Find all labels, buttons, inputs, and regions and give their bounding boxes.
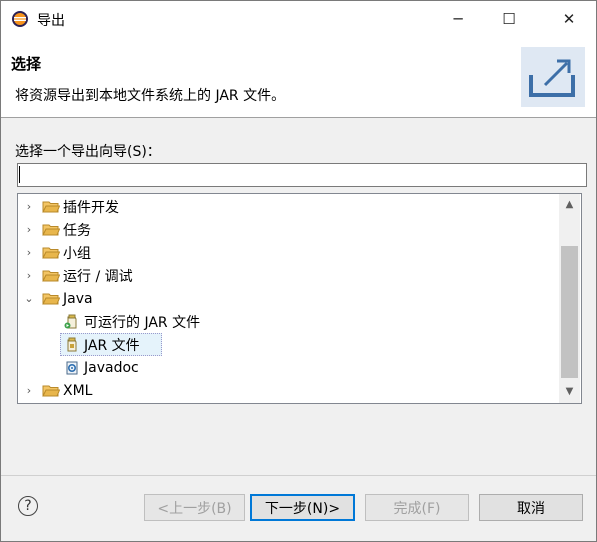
- page-title: 选择: [11, 55, 42, 73]
- chevron-right-icon[interactable]: ›: [22, 222, 36, 236]
- tree-item-label: XML: [63, 382, 93, 399]
- folder-icon: [42, 270, 60, 282]
- tree-item-javadoc[interactable]: Javadoc: [18, 356, 558, 379]
- tree-item-label: 任务: [63, 222, 91, 239]
- tree-item-jar-file[interactable]: JAR 文件: [18, 333, 558, 356]
- text-caret: [19, 166, 20, 183]
- tree-item-java[interactable]: ⌄ Java: [18, 287, 558, 310]
- folder-icon: [42, 201, 60, 213]
- tree-item-label: 可运行的 JAR 文件: [84, 314, 201, 331]
- wizard-header: 选择 将资源导出到本地文件系统上的 JAR 文件。: [1, 37, 596, 118]
- tree-item-label: 运行 / 调试: [63, 268, 133, 285]
- wizard-tree[interactable]: › 插件开发 › 任务 › 小组 › 运行 / 调试 ⌄ Java 可运行的 J…: [17, 193, 582, 404]
- help-icon[interactable]: ?: [18, 496, 38, 516]
- tree-item-label: Java: [63, 290, 93, 307]
- filter-input[interactable]: [17, 163, 587, 187]
- scroll-thumb[interactable]: [561, 246, 578, 378]
- tree-item-label: 插件开发: [63, 199, 119, 216]
- tree-item-tasks[interactable]: › 任务: [18, 218, 558, 241]
- wizard-select-label: 选择一个导出向导(S)：: [15, 144, 161, 160]
- export-wizard-icon: [521, 47, 585, 107]
- folder-icon: [42, 224, 60, 236]
- export-dialog: 导出 ─ ☐ ✕ 选择 将资源导出到本地文件系统上的 JAR 文件。 选择一个导…: [0, 0, 597, 542]
- maximize-button[interactable]: ☐: [486, 1, 532, 37]
- finish-button[interactable]: 完成(F): [365, 494, 469, 521]
- runnable-jar-icon: [64, 314, 77, 329]
- folder-icon: [42, 247, 60, 259]
- footer-divider: [1, 475, 596, 476]
- folder-icon: [42, 385, 60, 397]
- tree-item-team[interactable]: › 小组: [18, 241, 558, 264]
- tree-item-runnable-jar[interactable]: 可运行的 JAR 文件: [18, 310, 558, 333]
- chevron-right-icon[interactable]: ›: [22, 268, 36, 282]
- title-bar: 导出 ─ ☐ ✕: [1, 1, 596, 37]
- chevron-right-icon[interactable]: ›: [22, 383, 36, 397]
- close-button[interactable]: ✕: [546, 1, 592, 37]
- next-button[interactable]: 下一步(N)>: [250, 494, 355, 521]
- minimize-button[interactable]: ─: [435, 1, 481, 37]
- tree-item-xml[interactable]: › XML: [18, 379, 558, 402]
- scroll-up-arrow-icon[interactable]: ▲: [559, 196, 580, 213]
- window-title: 导出: [37, 13, 65, 29]
- folder-open-icon: [42, 293, 60, 305]
- eclipse-app-icon: [12, 11, 28, 27]
- javadoc-icon: [66, 361, 78, 375]
- tree-item-label: JAR 文件: [84, 337, 140, 354]
- chevron-down-icon[interactable]: ⌄: [22, 291, 36, 305]
- back-button[interactable]: <上一步(B): [144, 494, 245, 521]
- tree-item-label: 小组: [63, 245, 91, 262]
- tree-item-plugin-dev[interactable]: › 插件开发: [18, 195, 558, 218]
- chevron-right-icon[interactable]: ›: [22, 199, 36, 213]
- scroll-down-arrow-icon[interactable]: ▼: [559, 383, 580, 400]
- jar-icon: [67, 337, 77, 352]
- page-description: 将资源导出到本地文件系统上的 JAR 文件。: [15, 88, 286, 104]
- tree-item-run-debug[interactable]: › 运行 / 调试: [18, 264, 558, 287]
- tree-item-label: Javadoc: [84, 359, 139, 376]
- chevron-right-icon[interactable]: ›: [22, 245, 36, 259]
- vertical-scrollbar[interactable]: ▲ ▼: [559, 194, 580, 403]
- cancel-button[interactable]: 取消: [479, 494, 583, 521]
